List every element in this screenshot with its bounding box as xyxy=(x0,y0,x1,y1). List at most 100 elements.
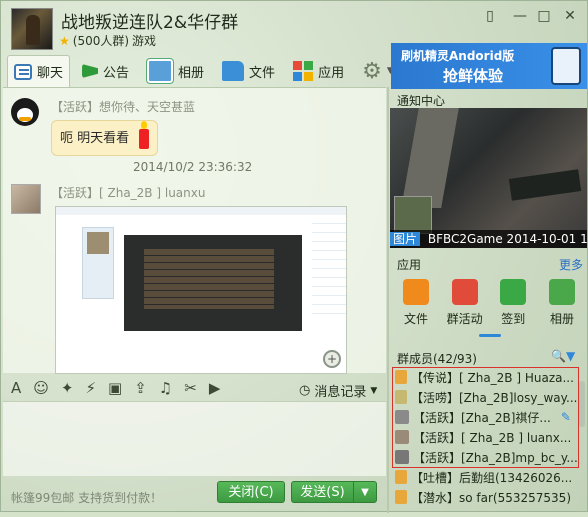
app-file[interactable]: 文件 xyxy=(393,277,439,337)
screenshot-icon[interactable]: ✂ xyxy=(184,379,197,397)
sender-avatar-2[interactable] xyxy=(11,184,41,214)
member-name: 【活跃】[Zha_2B]mp_bc_y... xyxy=(413,450,578,465)
page-indicator[interactable] xyxy=(479,334,501,337)
chat-icon xyxy=(14,63,32,80)
tab-album[interactable]: 相册 xyxy=(141,56,210,86)
app-activity[interactable]: 群活动 xyxy=(442,277,488,337)
apps-title: 应用 xyxy=(397,258,422,272)
edit-icon[interactable]: ✎ xyxy=(561,410,571,424)
chevron-down-icon: ▼ xyxy=(370,385,378,396)
tab-apps-label: 应用 xyxy=(318,65,345,81)
apps-grid: 文件 群活动 签到 相册 xyxy=(393,277,585,337)
star-icon: ★ xyxy=(59,33,70,48)
member-avatar xyxy=(395,370,407,384)
app-label: 群活动 xyxy=(446,312,483,326)
chevron-down-icon[interactable]: ▼ xyxy=(353,482,376,502)
folder-icon xyxy=(403,279,429,305)
list-item[interactable]: 【活唠】[Zha_2B]losy_way... xyxy=(391,387,581,407)
list-item[interactable]: 【潜水】so far(553257535) xyxy=(391,487,581,507)
send-button[interactable]: 发送(S) ▼ xyxy=(291,481,377,503)
apps-more-link[interactable]: 更多 xyxy=(559,256,583,273)
apps-icon xyxy=(293,61,314,81)
top-toolbar: 聊天 公告 相册 文件 应用 ⚙ ▼ xyxy=(7,55,406,87)
tab-apps[interactable]: 应用 xyxy=(287,56,350,86)
member-name: 【活唠】[Zha_2B]losy_way... xyxy=(411,390,578,405)
message-timestamp: 2014/10/2 23:36:32 xyxy=(133,160,253,174)
candle-icon xyxy=(139,120,150,149)
search-icon[interactable]: 🔍▼ xyxy=(551,349,575,363)
magic-icon[interactable]: ✦ xyxy=(61,379,74,397)
member-avatar xyxy=(395,470,407,484)
close-window-button[interactable]: ✕ xyxy=(559,7,581,25)
banner-line2: 抢鲜体验 xyxy=(443,67,504,85)
member-name: 【传说】[ Zha_2B ] Huaza... xyxy=(411,370,574,385)
app-label: 相册 xyxy=(549,312,574,326)
photo-icon xyxy=(548,279,575,305)
app-album[interactable]: 相册 xyxy=(539,277,585,337)
checkmark-icon xyxy=(500,279,527,305)
tab-notice[interactable]: 公告 xyxy=(76,56,135,86)
app-label: 签到 xyxy=(501,312,526,326)
maximize-button[interactable]: □ xyxy=(533,7,555,25)
group-category: 游戏 xyxy=(132,34,157,48)
member-name: 【活跃】[Zha_2B]祺仔... xyxy=(413,410,551,425)
minimize-button[interactable]: — xyxy=(509,7,531,25)
tab-file-label: 文件 xyxy=(249,65,276,81)
zoom-icon[interactable]: + xyxy=(323,350,341,368)
gear-icon: ⚙ xyxy=(362,58,382,84)
member-list[interactable]: 【传说】[ Zha_2B ] Huaza... 【活唠】[Zha_2B]losy… xyxy=(391,367,581,517)
list-item[interactable]: 【吐槽】后勤组(13426026... xyxy=(391,467,581,487)
font-icon[interactable]: A xyxy=(11,379,21,397)
member-name: 【活跃】[ Zha_2B ] luanx... xyxy=(413,430,572,445)
panel-divider[interactable] xyxy=(387,87,389,513)
tab-chat[interactable]: 聊天 xyxy=(7,55,71,87)
member-name: 【吐槽】后勤组(13426026... xyxy=(411,470,573,485)
photo-icon xyxy=(147,59,174,83)
tab-file[interactable]: 文件 xyxy=(216,56,281,86)
member-name: 【潜水】so far(553257535) xyxy=(411,490,571,505)
notice-image[interactable] xyxy=(390,108,587,248)
members-title: 群成员(42/93) xyxy=(397,352,477,366)
history-button[interactable]: ◷ 消息记录 ▼ xyxy=(299,381,377,400)
message-image[interactable] xyxy=(55,206,347,374)
shake-icon[interactable]: ⚡ xyxy=(85,379,96,397)
image-icon[interactable]: ▣ xyxy=(108,379,122,397)
member-count: (500人群) xyxy=(72,34,130,48)
message-sender-2[interactable]: 【活跃】[ Zha_2B ] luanxu xyxy=(51,184,205,201)
member-scrollbar[interactable] xyxy=(579,381,585,427)
history-label: 消息记录 xyxy=(314,385,367,400)
list-item[interactable]: 【传说】[ Zha_2B ] Huaza... xyxy=(391,367,581,387)
ad-banner[interactable]: 刷机精灵Andorid版 抢鲜体验 xyxy=(391,43,587,89)
message-sender[interactable]: 【活跃】想你待、天空甚蓝 xyxy=(51,98,195,115)
upload-icon[interactable]: ⇪ xyxy=(134,379,147,397)
tab-album-label: 相册 xyxy=(178,65,205,81)
member-avatar xyxy=(395,490,407,504)
notice-caption[interactable]: 图片 BFBC2Game 2014-10-01 15- xyxy=(390,230,587,248)
group-chat-window: 战地叛逆连队2&华仔群 ★ (500人群) 游戏 ▯ — □ ✕ 聊天 公告 相… xyxy=(0,0,588,513)
close-button[interactable]: 关闭(C) xyxy=(217,481,285,503)
list-item[interactable]: 【活跃】[Zha_2B]mp_bc_y... xyxy=(391,447,581,467)
flag-icon xyxy=(82,64,99,78)
app-label: 文件 xyxy=(403,312,428,326)
send-label: 发送(S) xyxy=(300,485,345,500)
skin-icon[interactable]: ▯ xyxy=(479,7,501,25)
member-avatar xyxy=(395,430,409,444)
emoji-icon[interactable]: ☺ xyxy=(33,379,49,397)
list-item[interactable]: 【活跃】[ Zha_2B ] luanx... xyxy=(391,427,581,447)
group-avatar[interactable] xyxy=(11,8,53,50)
sender-avatar[interactable] xyxy=(11,98,39,126)
message-text: 呃 明天看看 xyxy=(60,131,130,146)
music-icon[interactable]: ♫ xyxy=(159,379,172,397)
chat-history[interactable]: 【活跃】想你待、天空甚蓝 呃 明天看看 2014/10/2 23:36:32 【… xyxy=(3,87,386,374)
flag-icon xyxy=(451,279,478,305)
message-bubble: 呃 明天看看 xyxy=(51,120,159,156)
member-avatar xyxy=(395,390,407,404)
banner-line1: 刷机精灵Andorid版 xyxy=(401,49,515,63)
app-checkin[interactable]: 签到 xyxy=(490,277,536,337)
list-item[interactable]: 【活跃】[Zha_2B]祺仔... ✎ xyxy=(391,407,581,427)
video-icon[interactable]: ▶ xyxy=(209,379,221,397)
member-avatar xyxy=(395,410,409,424)
message-input[interactable] xyxy=(3,401,386,476)
ad-text[interactable]: 帐篷99包邮 支持货到付款！ xyxy=(11,489,162,506)
tab-chat-label: 聊天 xyxy=(37,66,64,81)
